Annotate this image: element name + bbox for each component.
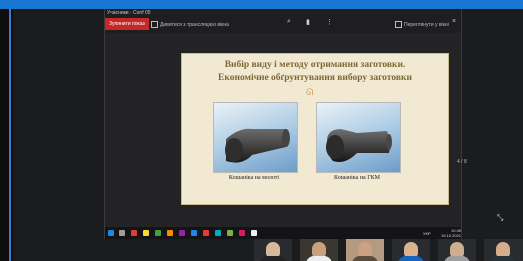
app-icon-10[interactable] xyxy=(251,230,257,236)
participant-video-2[interactable] xyxy=(300,239,338,261)
clock-date: 19.10.2021 xyxy=(441,233,462,238)
adjacent-window-border xyxy=(9,9,11,261)
participant-body xyxy=(352,256,378,261)
app-icon-5[interactable] xyxy=(191,230,197,236)
tray-language[interactable]: УКР xyxy=(423,231,431,236)
window-accent-bar xyxy=(0,0,523,9)
participant-video-5[interactable] xyxy=(438,239,476,261)
slide-counter: 4 / 8 xyxy=(457,159,467,165)
adjacent-window-strip xyxy=(0,9,13,261)
participant-body xyxy=(444,256,470,261)
participant-video-3[interactable] xyxy=(346,239,384,261)
popout-icon xyxy=(395,21,402,28)
app-icon-2[interactable] xyxy=(155,230,161,236)
close-icon[interactable]: × xyxy=(452,18,456,25)
participant-body xyxy=(260,256,286,261)
shared-screen: Учасники · Conf 05 Зупинити показ Дивити… xyxy=(104,9,467,239)
windows-icon[interactable] xyxy=(108,230,114,236)
app-icon-8[interactable] xyxy=(227,230,233,236)
tray-clock[interactable]: 10:45 19.10.2021 xyxy=(441,228,461,238)
app-icon-6[interactable] xyxy=(203,230,209,236)
search-taskbar-icon[interactable] xyxy=(119,230,125,236)
window-icon xyxy=(151,21,158,28)
forging-image-gkm xyxy=(316,102,401,173)
share-title: Учасники · Conf 05 xyxy=(107,10,151,16)
shared-doc-label: Дивитися з трансляцією вікна xyxy=(160,21,229,28)
resize-icon[interactable]: ⤡ xyxy=(497,213,503,223)
view-in-window-button[interactable]: Переглянути у вікні xyxy=(395,21,449,28)
slide-title-line1: Вибір виду і методу отримання заготовки. xyxy=(224,60,406,70)
app-icon-1[interactable] xyxy=(131,230,137,236)
image-caption-hammer: Кошаніка на молоті xyxy=(228,175,280,181)
participant-video-4[interactable] xyxy=(392,239,430,261)
presentation-slide: Вибір виду і методу отримання заготовки.… xyxy=(181,53,449,205)
slide-title-line2: Економічне обґрунтування вибору заготовк… xyxy=(218,73,412,83)
search-icon[interactable]: ⌕ xyxy=(287,18,291,26)
forging-image-hammer xyxy=(213,102,298,173)
app-icon-7[interactable] xyxy=(215,230,221,236)
share-toolbar: Учасники · Conf 05 Зупинити показ Дивити… xyxy=(105,9,461,33)
image-caption-gkm: Кошаніка на ГКМ xyxy=(333,175,381,181)
ornament-icon: ᘏ xyxy=(306,87,314,97)
more-icon[interactable]: ⋮ xyxy=(326,18,333,26)
app-icon-4[interactable] xyxy=(179,230,185,236)
windows-taskbar: УКР 10:45 19.10.2021 xyxy=(105,227,461,239)
shared-doc-name[interactable]: Дивитися з трансляцією вікна xyxy=(151,21,229,28)
app-icon-3[interactable] xyxy=(167,230,173,236)
app-icon-9[interactable] xyxy=(239,230,245,236)
participant-body xyxy=(490,256,516,261)
participant-body xyxy=(306,256,332,261)
trash-icon[interactable]: ▮ xyxy=(306,18,310,26)
folder-icon[interactable] xyxy=(143,230,149,236)
view-in-window-label: Переглянути у вікні xyxy=(404,21,449,28)
participant-video-1[interactable] xyxy=(254,239,292,261)
stop-share-button[interactable]: Зупинити показ xyxy=(105,18,149,30)
participant-body xyxy=(398,256,424,261)
participant-video-6[interactable] xyxy=(484,239,523,261)
